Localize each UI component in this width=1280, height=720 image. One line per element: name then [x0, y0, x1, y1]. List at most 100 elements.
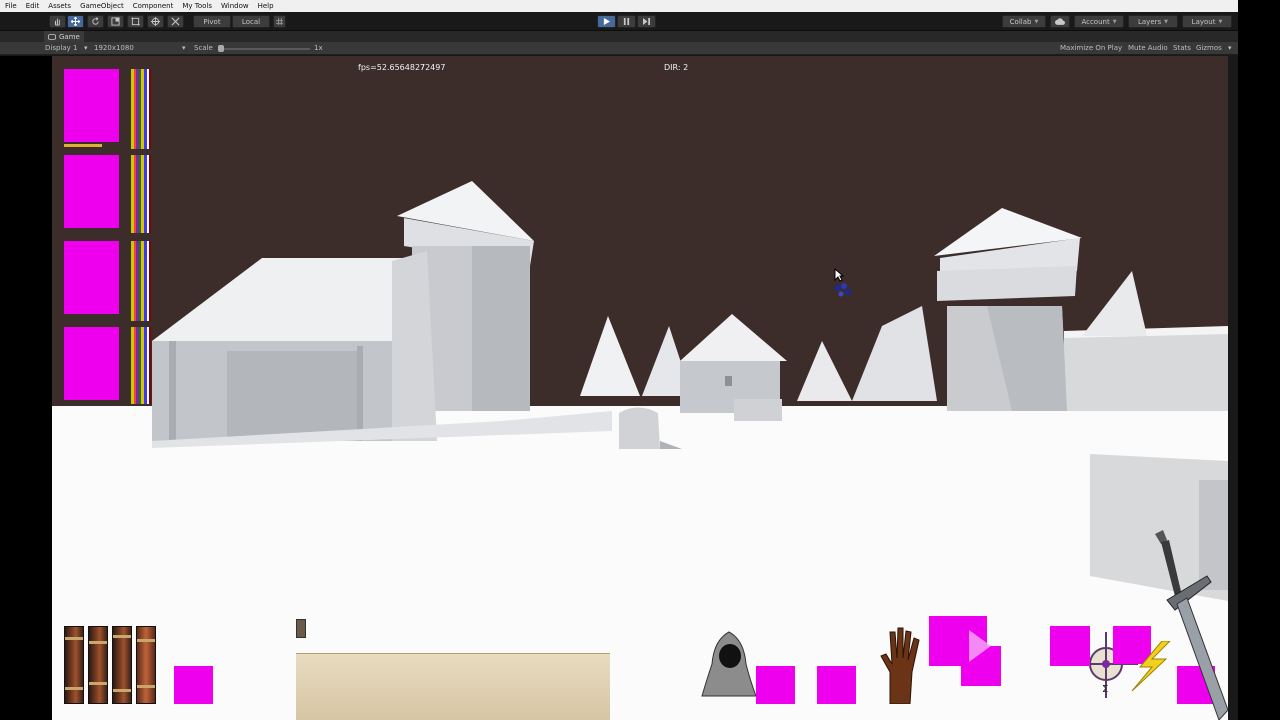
play-icon [603, 18, 610, 25]
menu-help[interactable]: Help [258, 0, 274, 12]
scroll-handle[interactable] [296, 619, 306, 638]
main-toolbar: Pivot Local Collab ▼ Account ▼ Layers ▼ Lay… [0, 12, 1238, 31]
dropdown-arrow-icon: ▼ [1164, 18, 1169, 25]
gizmos-dropdown[interactable]: Gizmos [1196, 44, 1222, 52]
village-scene [152, 181, 1228, 601]
play-arrow-icon [969, 630, 991, 662]
game-view-icon [48, 33, 56, 40]
scale-tool-button[interactable] [107, 15, 124, 28]
layout-label: Layout [1191, 17, 1216, 26]
unity-editor-window: File Edit Assets GameObject Component My… [0, 0, 1280, 720]
dropdown-arrow-icon: ▼ [1034, 18, 1039, 25]
quick-slot[interactable] [817, 666, 856, 704]
grid-icon [276, 18, 283, 25]
pivot-toggle[interactable]: Pivot [193, 15, 231, 28]
pause-button[interactable] [617, 15, 636, 28]
slot-selection-indicator [64, 144, 102, 147]
scale-value: 1x [314, 44, 323, 52]
mute-audio-toggle[interactable]: Mute Audio [1128, 44, 1168, 52]
dropdown-arrow-icon: ▼ [1112, 18, 1117, 25]
pause-icon [623, 18, 630, 25]
spell-slot[interactable] [1050, 626, 1090, 666]
game-viewport[interactable]: fps=52.6564827 72497 DIR: 2 Σ [52, 56, 1228, 720]
menu-gameobject[interactable]: GameObject [80, 0, 124, 12]
hand-icon[interactable] [878, 626, 922, 704]
resolution-dropdown-arrow-icon: ▾ [84, 44, 88, 52]
direction-indicator: DIR: 2 [664, 63, 689, 72]
layers-label: Layers [1137, 17, 1162, 26]
inventory-slot[interactable] [64, 241, 119, 314]
grid-snap-button[interactable] [273, 15, 286, 28]
pivot-label: Pivot [203, 17, 221, 26]
quick-slot[interactable] [174, 666, 213, 704]
spellbook[interactable] [112, 626, 132, 704]
hand-tool-button[interactable] [49, 15, 66, 28]
message-parchment [296, 653, 610, 720]
stat-bars [131, 155, 151, 233]
local-label: Local [241, 17, 261, 26]
transform-tool-icon [151, 17, 160, 26]
step-button[interactable] [637, 15, 656, 28]
move-tool-icon [71, 17, 80, 26]
cloud-button[interactable] [1050, 15, 1070, 28]
scale-tool-icon [111, 17, 120, 26]
game-view-controls: Display 1 ▾ 1920x1080 ▾ Scale 1x Maximiz… [0, 42, 1238, 55]
account-dropdown[interactable]: Account ▼ [1074, 15, 1124, 28]
hand-tool-icon [54, 18, 60, 26]
stat-bars [131, 241, 151, 321]
move-tool-button[interactable] [67, 15, 84, 28]
spellbook[interactable] [64, 626, 84, 704]
custom-tool-button[interactable] [167, 15, 184, 28]
resolution-arrow-icon: ▾ [182, 44, 186, 52]
scale-label: Scale [194, 44, 213, 52]
right-letterbox [1238, 0, 1280, 720]
account-label: Account [1081, 17, 1110, 26]
menu-component[interactable]: Component [133, 0, 174, 12]
tab-bar: Game [0, 31, 1238, 42]
rect-tool-icon [131, 17, 140, 26]
custom-tool-icon [171, 17, 180, 26]
hooded-figure-icon[interactable] [700, 630, 758, 698]
stat-bars [131, 327, 151, 404]
spellbook[interactable] [88, 626, 108, 704]
left-letterbox [0, 56, 52, 720]
rect-tool-button[interactable] [127, 15, 144, 28]
scale-slider-track[interactable] [220, 48, 310, 50]
maximize-on-play-toggle[interactable]: Maximize On Play [1060, 44, 1122, 52]
flying-creature-sprite [835, 283, 851, 297]
transform-tool-button[interactable] [147, 15, 164, 28]
svg-text:Σ: Σ [1102, 684, 1108, 695]
scale-slider-handle[interactable] [218, 45, 224, 52]
stats-toggle[interactable]: Stats [1173, 44, 1191, 52]
cloud-icon [1055, 18, 1065, 25]
quick-slot[interactable] [756, 666, 795, 704]
spellbook[interactable] [136, 626, 156, 704]
gizmos-arrow-icon: ▾ [1228, 44, 1232, 52]
menu-bar: File Edit Assets GameObject Component My… [0, 0, 1238, 12]
rotate-tool-button[interactable] [87, 15, 104, 28]
menu-assets[interactable]: Assets [48, 0, 71, 12]
dropdown-arrow-icon: ▼ [1218, 18, 1223, 25]
inventory-slot[interactable] [64, 327, 119, 400]
display-dropdown[interactable]: Display 1 [45, 44, 77, 52]
menu-window[interactable]: Window [221, 0, 249, 12]
collab-label: Collab [1009, 17, 1032, 26]
sword-icon [1155, 530, 1228, 720]
fps-counter-overlap: 72497 [420, 63, 446, 72]
local-toggle[interactable]: Local [232, 15, 270, 28]
inventory-slot[interactable] [64, 69, 119, 142]
menu-edit[interactable]: Edit [26, 0, 40, 12]
play-button[interactable] [597, 15, 616, 28]
collab-dropdown[interactable]: Collab ▼ [1002, 15, 1046, 28]
layers-dropdown[interactable]: Layers ▼ [1128, 15, 1178, 28]
tab-game[interactable]: Game [44, 31, 84, 42]
step-icon [643, 18, 650, 25]
menu-my-tools[interactable]: My Tools [182, 0, 212, 12]
tab-game-label: Game [59, 32, 80, 41]
resolution-dropdown[interactable]: 1920x1080 [94, 44, 134, 52]
fps-counter: fps=52.6564827 [358, 63, 426, 72]
rotate-tool-icon [92, 17, 99, 25]
menu-file[interactable]: File [5, 0, 17, 12]
inventory-slot[interactable] [64, 155, 119, 228]
layout-dropdown[interactable]: Layout ▼ [1182, 15, 1232, 28]
